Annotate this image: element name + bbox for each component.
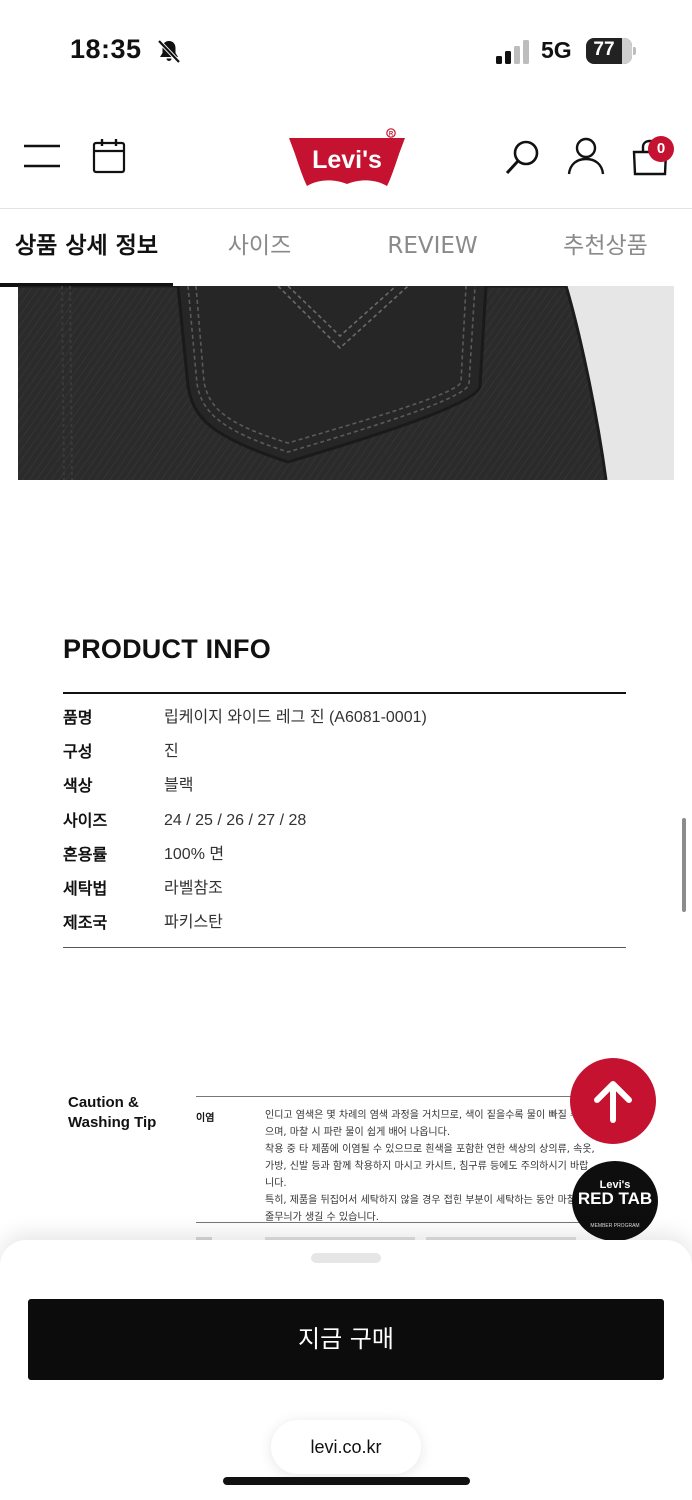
battery-tip [633,47,636,55]
home-indicator[interactable] [223,1477,470,1485]
jeans-back-pocket-image [18,286,608,480]
arrow-up-icon [594,1081,632,1123]
caution-text: 인디고 염색은 몇 차례의 염색 과정을 거치므로, 색이 짙을수록 물이 빠질… [265,1110,595,1223]
info-value: 립케이지 와이드 레그 진 (A6081-0001) [164,709,427,726]
info-value: 파키스탄 [164,914,223,931]
info-label: 세탁법 [63,879,108,898]
menu-icon[interactable] [24,142,60,170]
status-time: 18:35 [70,34,142,64]
cart-count-badge: 0 [648,136,674,162]
product-info-bottom-rule [63,947,626,948]
bell-slash-icon [157,39,181,64]
status-bar: 18:35 5G 77 [0,0,692,100]
levis-logo[interactable]: Levi's R [287,128,407,192]
info-value: 블랙 [164,777,194,794]
product-image [18,286,674,480]
tab-size[interactable]: 사이즈 [173,209,346,287]
tab-recommended[interactable]: 추천상품 [519,209,692,287]
red-tab-member-button[interactable]: Levi's RED TAB MEMBER PROGRAM [572,1161,658,1241]
network-type: 5G [541,37,572,63]
calendar-icon[interactable] [92,138,126,174]
info-row-washing: 세탁법 라벨참조 [63,872,626,906]
info-label: 제조국 [63,913,108,932]
tab-product-detail[interactable]: 상품 상세 정보 [0,209,173,287]
caution-title: Caution & Washing Tip [68,1094,157,1131]
product-info-title: PRODUCT INFO [63,634,271,664]
info-row-size: 사이즈 24 / 25 / 26 / 27 / 28 [63,804,626,838]
info-row-name: 품명 립케이지 와이드 레그 진 (A6081-0001) [63,701,626,735]
caution-rule-bottom [196,1222,636,1223]
info-label: 구성 [63,742,93,761]
info-row-origin: 제조국 파키스탄 [63,906,626,940]
info-row-composition: 구성 진 [63,735,626,769]
tab-review[interactable]: REVIEW [346,209,519,287]
purchase-bottom-sheet: 지금 구매 levi.co.kr [0,1240,692,1500]
info-label: 색상 [63,776,93,795]
battery-level: 77 [593,39,615,60]
browser-url-bar[interactable]: levi.co.kr [271,1420,421,1474]
battery-icon: 77 [586,38,632,64]
info-value: 진 [164,743,179,760]
svg-text:R: R [389,132,394,138]
info-label: 품명 [63,708,93,727]
info-row-color: 색상 블랙 [63,769,626,803]
product-info-top-rule [63,692,626,694]
info-value: 100% 면 [164,846,225,863]
red-tab-title: RED TAB [577,1189,653,1208]
info-value: 라벨참조 [164,880,223,897]
signal-icon [496,40,529,64]
search-icon[interactable] [504,138,542,176]
info-value: 24 / 25 / 26 / 27 / 28 [164,812,307,829]
scroll-to-top-button[interactable] [570,1058,656,1144]
info-label: 사이즈 [63,811,108,830]
product-tabs: 상품 상세 정보 사이즈 REVIEW 추천상품 [0,208,692,287]
user-icon[interactable] [566,136,606,176]
site-header: Levi's R [0,120,692,200]
info-row-material: 혼용률 100% 면 [63,838,626,872]
caution-label: 이염 [196,1113,215,1124]
logo-text: Levi's [312,146,382,174]
scrollbar[interactable] [682,818,686,912]
info-label: 혼용률 [63,845,108,864]
red-tab-subtitle: MEMBER PROGRAM [590,1223,640,1229]
sheet-drag-handle[interactable] [311,1253,381,1263]
buy-now-button[interactable]: 지금 구매 [28,1299,664,1380]
